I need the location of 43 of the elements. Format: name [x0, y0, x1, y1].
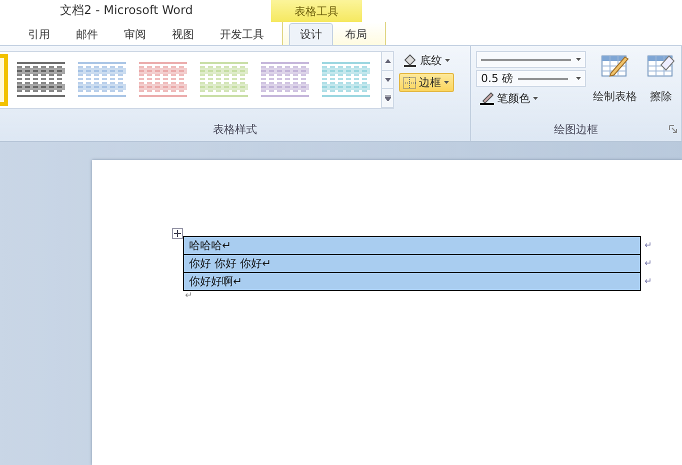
eraser-button[interactable]: 擦除 — [644, 51, 678, 106]
line-weight-dropdown[interactable]: 0.5 磅 — [476, 70, 586, 87]
gallery-up-icon[interactable] — [381, 52, 393, 71]
caret-icon — [445, 59, 450, 62]
ribbon-tab[interactable]: 审阅 — [114, 23, 156, 45]
context-tab-header: 表格工具 — [270, 0, 362, 22]
shading-button[interactable]: 底纹 — [399, 51, 454, 70]
line-style-dropdown[interactable] — [476, 51, 586, 68]
table-cell-text: 你好 你好 你好↵ — [188, 256, 272, 271]
ribbon-tab[interactable]: 设计 — [289, 23, 333, 45]
ribbon-tab[interactable]: 布局 — [335, 23, 377, 45]
gallery-more-icon[interactable] — [381, 89, 393, 108]
dialog-launcher-icon[interactable] — [669, 125, 677, 133]
ribbon-tab[interactable]: 开发工具 — [210, 23, 274, 45]
draw-table-button[interactable]: 绘制表格 — [590, 51, 640, 106]
ribbon-tab[interactable]: 视图 — [162, 23, 204, 45]
line-weight-icon — [518, 76, 568, 80]
window-title: 文档2 - Microsoft Word — [60, 2, 193, 19]
table-pencil-icon — [601, 53, 629, 79]
paragraph-mark: ↵ — [185, 291, 194, 301]
caret-icon — [444, 81, 449, 84]
borders-button[interactable]: 边框 — [399, 73, 454, 92]
border-grid-icon — [403, 76, 416, 88]
row-end-mark: ↵ — [644, 240, 652, 250]
group-label: 绘图边框 — [554, 122, 598, 137]
ribbon-tab[interactable]: 邮件 — [66, 23, 108, 45]
ribbon-tab[interactable]: 引用 — [18, 23, 60, 45]
table-move-handle-icon[interactable] — [172, 228, 183, 239]
table-cell-text: 哈哈哈↵ — [188, 238, 232, 253]
table-cell-text: 你好好啊↵ — [188, 274, 242, 289]
caret-icon — [576, 77, 581, 80]
group-label: 表格样式 — [212, 122, 258, 138]
table-style-thumbnail[interactable] — [0, 56, 6, 104]
row-end-mark: ↵ — [644, 258, 652, 268]
table-eraser-icon — [647, 53, 675, 79]
pen-icon — [480, 92, 494, 105]
caret-icon — [533, 97, 538, 100]
paint-bucket-icon — [403, 54, 417, 67]
line-style-icon — [481, 58, 571, 62]
caret-icon — [576, 58, 581, 61]
gallery-down-icon[interactable] — [381, 70, 393, 90]
row-end-mark: ↵ — [644, 276, 652, 286]
pen-color-button[interactable]: 笔颜色 — [476, 89, 586, 108]
